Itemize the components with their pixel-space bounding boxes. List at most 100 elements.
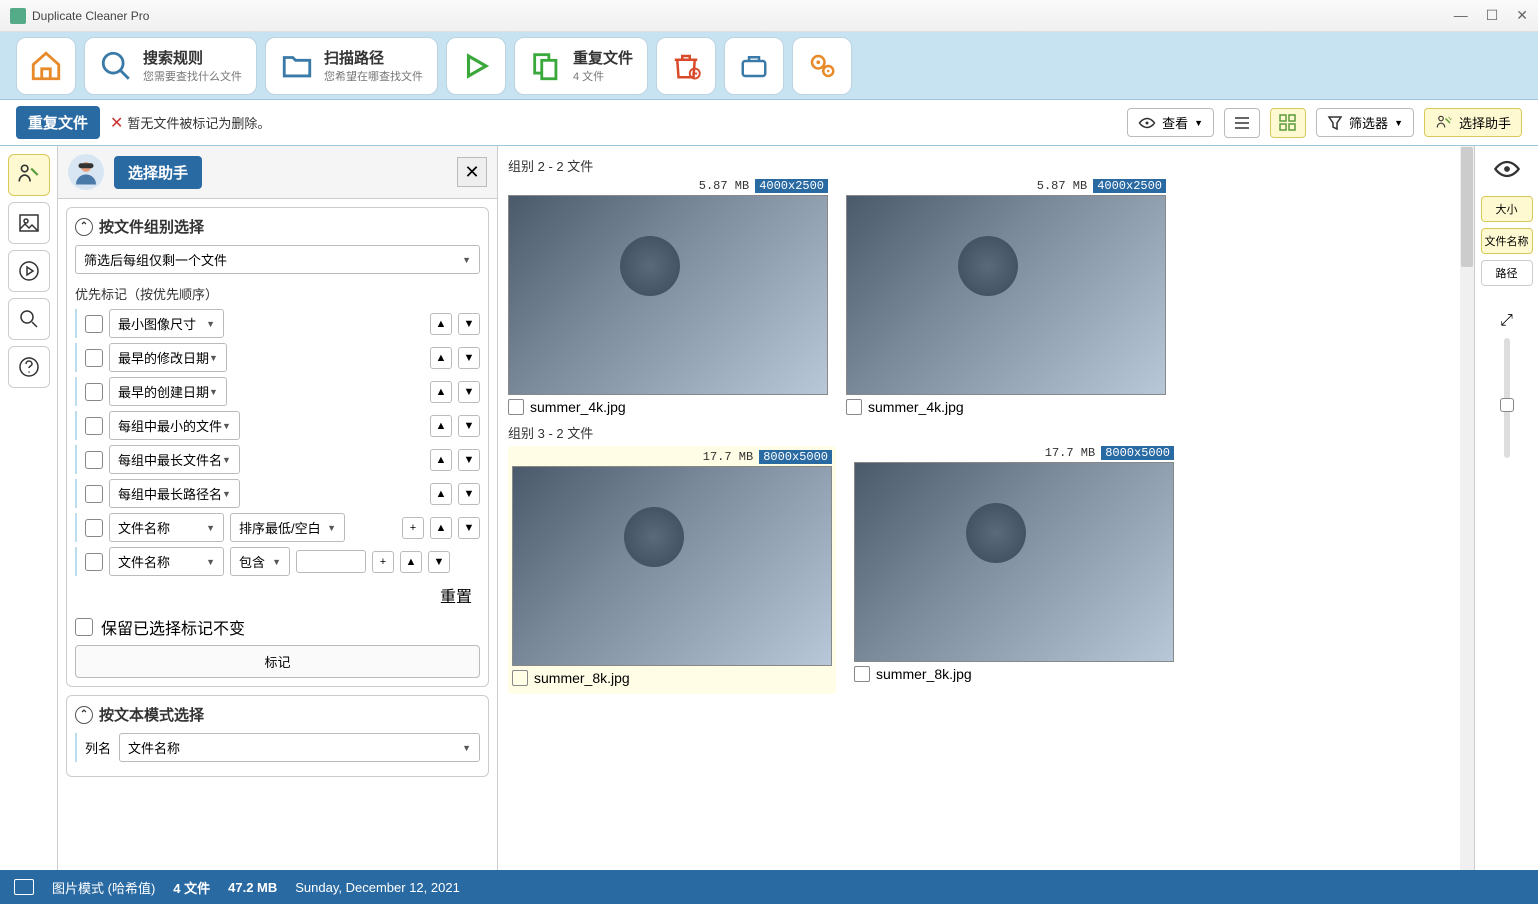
file-checkbox[interactable] [846, 399, 862, 415]
priority-criterion-dropdown[interactable]: 最早的修改日期▼ [109, 343, 227, 372]
expand-icon[interactable]: ⤢ [1500, 312, 1513, 330]
play-button[interactable] [446, 37, 506, 95]
preview-toggle[interactable] [1486, 154, 1528, 184]
thumbnail-item[interactable]: 5.87 MB4000x2500 summer_4k.jpg [846, 179, 1166, 419]
move-down-button[interactable]: ▼ [458, 449, 480, 471]
priority-checkbox[interactable] [85, 383, 103, 401]
move-up-button[interactable]: ▲ [430, 483, 452, 505]
priority-criterion-dropdown[interactable]: 文件名称▼ [109, 513, 224, 542]
priority-checkbox[interactable] [85, 451, 103, 469]
minimize-button[interactable]: — [1454, 7, 1468, 24]
move-up-button[interactable]: ▲ [400, 551, 422, 573]
image-tab[interactable] [8, 202, 50, 244]
priority-checkbox[interactable] [85, 315, 103, 333]
file-checkbox[interactable] [508, 399, 524, 415]
file-size: 17.7 MB [703, 450, 753, 464]
search-rules-button[interactable]: 搜索规则 您需要查找什么文件 [84, 37, 257, 95]
main-area: 选择助手 ✕ ⌃ 按文件组别选择 筛选后每组仅剩一个文件▼ 优先标记（按优先顺序… [0, 146, 1538, 870]
move-up-button[interactable]: ▲ [430, 347, 452, 369]
section-title: 按文本模式选择 [99, 704, 204, 725]
move-down-button[interactable]: ▼ [458, 483, 480, 505]
move-up-button[interactable]: ▲ [430, 313, 452, 335]
move-down-button[interactable]: ▼ [458, 415, 480, 437]
file-size: 5.87 MB [1037, 179, 1087, 193]
help-tab[interactable] [8, 346, 50, 388]
move-up-button[interactable]: ▲ [430, 381, 452, 403]
priority-checkbox[interactable] [85, 519, 103, 537]
priority-checkbox[interactable] [85, 553, 103, 571]
move-down-button[interactable]: ▼ [458, 517, 480, 539]
reset-button[interactable]: 重置 [432, 581, 480, 609]
move-down-button[interactable]: ▼ [458, 347, 480, 369]
folder-icon [14, 879, 34, 895]
priority-mode-dropdown[interactable]: 排序最低/空白▼ [230, 513, 345, 542]
priority-criterion-dropdown[interactable]: 每组中最长路径名▼ [109, 479, 240, 508]
filter-mode-dropdown[interactable]: 筛选后每组仅剩一个文件▼ [75, 245, 480, 274]
helper-panel-close[interactable]: ✕ [457, 157, 487, 187]
file-checkbox[interactable] [512, 670, 528, 686]
priority-mode-dropdown[interactable]: 包含▼ [230, 547, 290, 576]
mark-button[interactable]: 标记 [75, 645, 480, 678]
list-view-button[interactable] [1224, 108, 1260, 138]
add-button[interactable]: + [372, 551, 394, 573]
scrollbar[interactable] [1460, 146, 1474, 870]
priority-criterion-dropdown[interactable]: 最早的创建日期▼ [109, 377, 227, 406]
app-icon [10, 8, 26, 24]
thumbnail-image[interactable] [846, 195, 1166, 395]
sort-path-button[interactable]: 路径 [1481, 260, 1533, 286]
thumbnail-image[interactable] [508, 195, 828, 395]
sort-size-button[interactable]: 大小 [1481, 196, 1533, 222]
move-up-button[interactable]: ▲ [430, 517, 452, 539]
duplicate-files-tab[interactable]: 重复文件 4 文件 [514, 37, 648, 95]
filter-dropdown[interactable]: 筛选器 ▼ [1316, 108, 1414, 137]
sort-filename-button[interactable]: 文件名称 [1481, 228, 1533, 254]
file-dimensions: 4000x2500 [755, 179, 828, 193]
chevron-up-icon[interactable]: ⌃ [75, 218, 93, 236]
file-checkbox[interactable] [854, 666, 870, 682]
status-bar: 图片模式 (哈希值) 4 文件 47.2 MB Sunday, December… [0, 870, 1538, 904]
column-dropdown[interactable]: 文件名称▼ [119, 733, 480, 762]
move-down-button[interactable]: ▼ [428, 551, 450, 573]
thumbnail-image[interactable] [854, 462, 1174, 662]
add-button[interactable]: + [402, 517, 424, 539]
priority-checkbox[interactable] [85, 417, 103, 435]
video-tab[interactable] [8, 250, 50, 292]
image-icon [17, 211, 41, 235]
move-down-button[interactable]: ▼ [458, 313, 480, 335]
grid-view-button[interactable] [1270, 108, 1306, 138]
thumbnail-item[interactable]: 17.7 MB8000x5000 summer_8k.jpg [854, 446, 1174, 694]
view-dropdown[interactable]: 查看 ▼ [1127, 108, 1214, 137]
priority-criterion-dropdown[interactable]: 每组中最小的文件▼ [109, 411, 240, 440]
delete-button[interactable] [656, 37, 716, 95]
toolbox-button[interactable] [724, 37, 784, 95]
file-size: 17.7 MB [1045, 446, 1095, 460]
scan-path-button[interactable]: 扫描路径 您希望在哪查找文件 [265, 37, 438, 95]
eye-icon [1138, 116, 1156, 130]
selection-helper-button[interactable]: 选择助手 [1424, 108, 1522, 137]
search-tab[interactable] [8, 298, 50, 340]
priority-checkbox[interactable] [85, 349, 103, 367]
priority-criterion-dropdown[interactable]: 文件名称▼ [109, 547, 224, 576]
move-up-button[interactable]: ▲ [430, 449, 452, 471]
close-button[interactable]: ✕ [1516, 7, 1528, 24]
zoom-slider[interactable] [1504, 338, 1510, 458]
home-button[interactable] [16, 37, 76, 95]
chevron-up-icon[interactable]: ⌃ [75, 706, 93, 724]
maximize-button[interactable]: ☐ [1486, 7, 1499, 24]
priority-checkbox[interactable] [85, 485, 103, 503]
grid-icon [1279, 114, 1297, 132]
move-up-button[interactable]: ▲ [430, 415, 452, 437]
right-strip: 大小 文件名称 路径 ⤢ [1474, 146, 1538, 870]
priority-criterion-dropdown[interactable]: 最小图像尺寸▼ [109, 309, 224, 338]
thumbnail-image[interactable] [512, 466, 832, 666]
keep-marks-checkbox[interactable] [75, 618, 93, 636]
thumbnail-item[interactable]: 17.7 MB8000x5000 summer_8k.jpg [508, 446, 836, 694]
move-down-button[interactable]: ▼ [458, 381, 480, 403]
contains-input[interactable] [296, 550, 366, 573]
settings-button[interactable] [792, 37, 852, 95]
list-icon [1233, 115, 1251, 131]
thumbnail-item[interactable]: 5.87 MB4000x2500 summer_4k.jpg [508, 179, 828, 419]
priority-criterion-dropdown[interactable]: 每组中最长文件名▼ [109, 445, 240, 474]
file-dimensions: 8000x5000 [1101, 446, 1174, 460]
helper-tab[interactable] [8, 154, 50, 196]
